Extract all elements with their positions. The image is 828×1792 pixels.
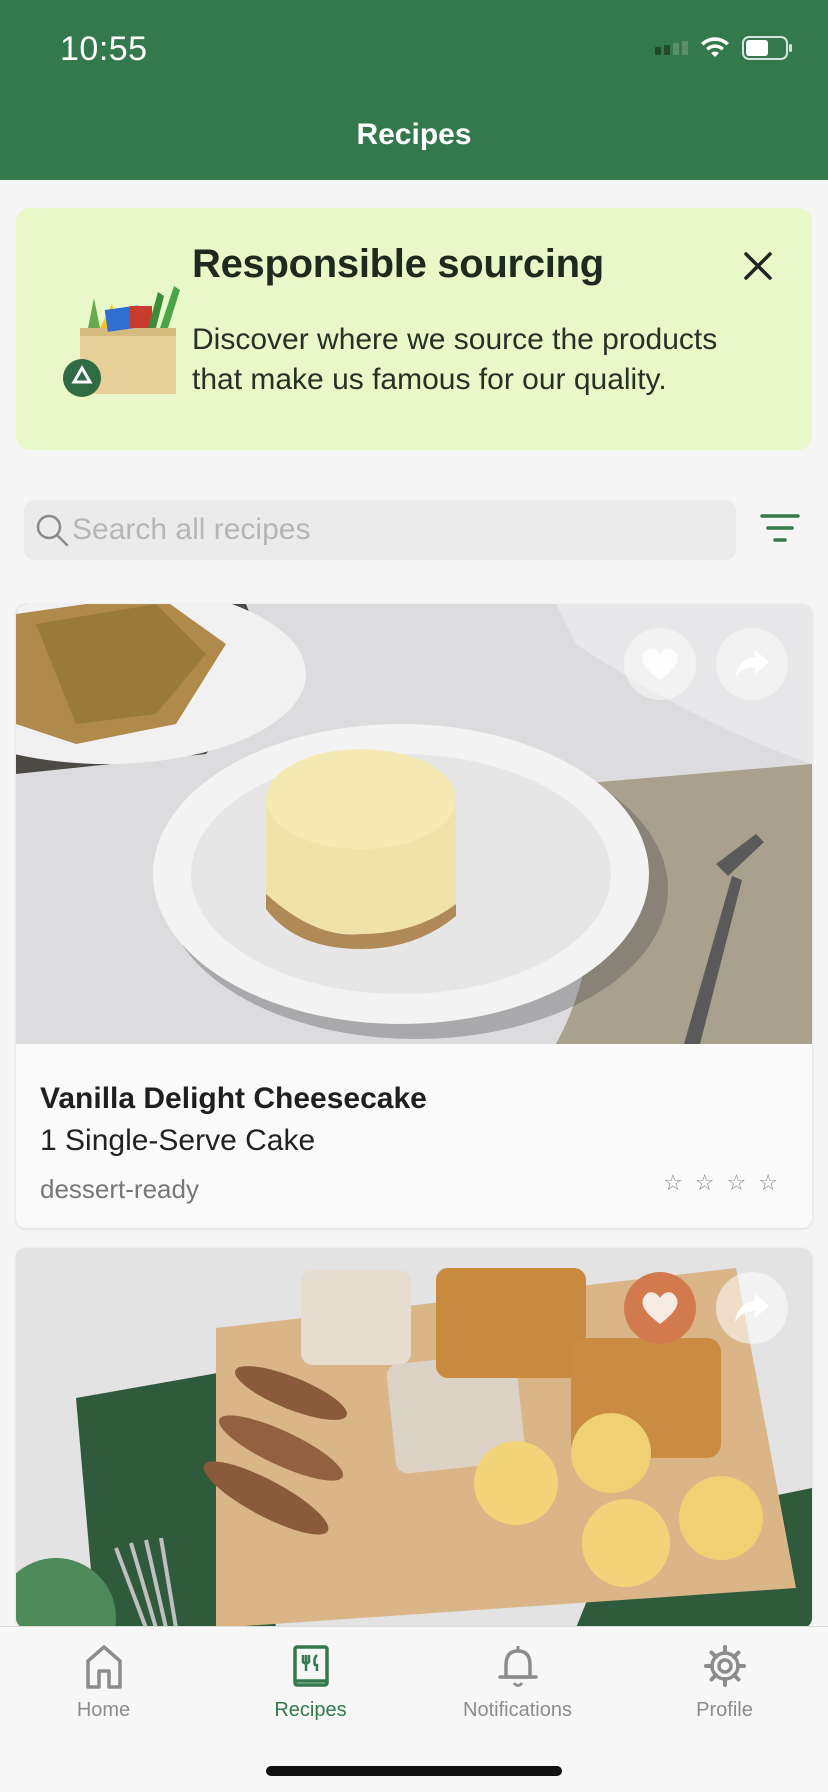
bell-icon [497, 1646, 538, 1687]
share-button[interactable] [716, 1272, 788, 1344]
nav-label-recipes: Recipes [274, 1699, 347, 1721]
heart-icon [642, 648, 678, 680]
status-time: 10:55 [60, 30, 148, 68]
star-icon[interactable]: ☆ [695, 1170, 715, 1196]
nav-notifications[interactable]: Notifications [414, 1643, 621, 1743]
home-indicator [266, 1766, 562, 1776]
close-icon[interactable] [738, 246, 778, 286]
recipe-card[interactable] [16, 1248, 812, 1628]
page-title: Recipes [356, 118, 472, 151]
recipe-title: Vanilla Delight Cheesecake [40, 1082, 427, 1115]
rating-stars[interactable]: ☆ ☆ ☆ ☆ [663, 1170, 778, 1196]
nav-label-notifications: Notifications [463, 1699, 572, 1721]
search-bar [24, 500, 736, 560]
recipe-book-icon [292, 1645, 329, 1687]
battery-icon [742, 36, 794, 60]
nav-home[interactable]: Home [0, 1643, 207, 1743]
recipe-info: Vanilla Delight Cheesecake 1 Single-Serv… [16, 1044, 812, 1228]
search-input[interactable] [72, 500, 712, 560]
recipe-serving: 1 Single-Serve Cake [40, 1124, 316, 1157]
star-icon[interactable]: ☆ [727, 1170, 747, 1196]
status-icons [655, 36, 794, 60]
responsible-sourcing-banner[interactable]: Responsible sourcing Discover where we s… [16, 208, 812, 450]
recipes-screen: 10:55 Recipes Responsible sourcing Disco… [0, 0, 828, 1792]
share-icon [735, 650, 769, 678]
grocery-bag-recycle-icon [60, 278, 200, 408]
banner-description: Discover where we source the products th… [192, 323, 718, 396]
nav-label-home: Home [76, 1699, 131, 1721]
share-icon [735, 1294, 769, 1322]
recipe-tag: dessert-ready [40, 1174, 199, 1204]
share-button[interactable] [716, 628, 788, 700]
filter-icon[interactable] [756, 508, 804, 552]
search-icon [34, 512, 70, 553]
signal-icon [655, 41, 688, 55]
favorite-button[interactable] [624, 1272, 696, 1344]
nav-label-profile: Profile [696, 1699, 753, 1721]
favorite-button[interactable] [624, 628, 696, 700]
home-icon [85, 1645, 122, 1689]
app-header: 10:55 Recipes [0, 0, 828, 180]
wifi-icon [700, 37, 730, 59]
brunch-board-photo[interactable] [16, 1248, 812, 1628]
star-icon[interactable]: ☆ [758, 1170, 778, 1196]
nav-profile[interactable]: Profile [621, 1643, 828, 1743]
gear-icon [703, 1645, 746, 1687]
cheesecake-photo[interactable] [16, 604, 812, 1044]
recipe-card[interactable]: Vanilla Delight Cheesecake 1 Single-Serv… [16, 604, 812, 1228]
nav-recipes[interactable]: Recipes [207, 1643, 414, 1743]
heart-icon [642, 1292, 678, 1324]
banner-title: Responsible sourcing [192, 242, 604, 286]
star-icon[interactable]: ☆ [663, 1170, 683, 1196]
